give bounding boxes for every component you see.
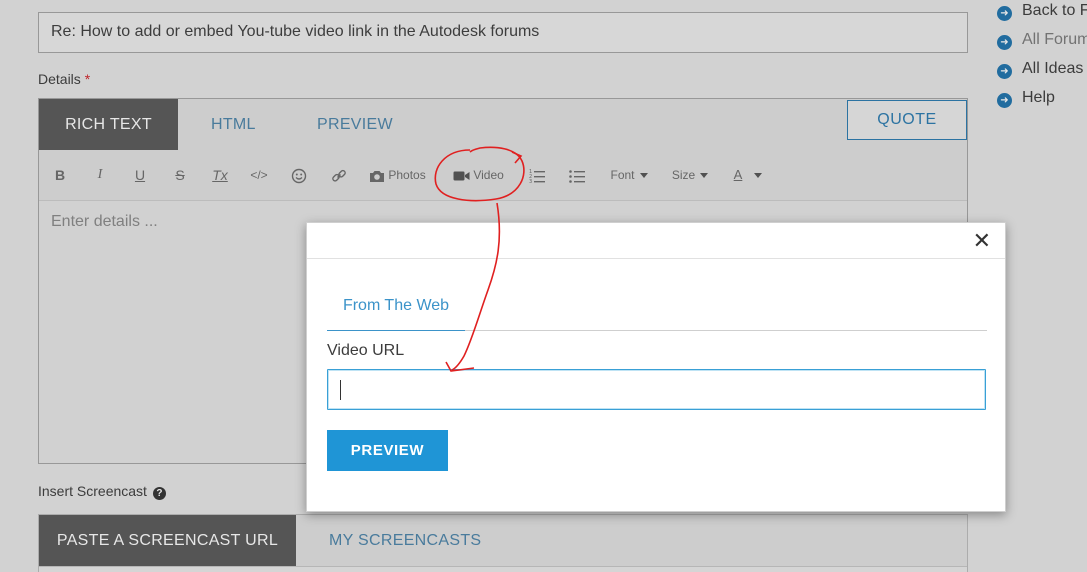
close-icon[interactable]: ✕ bbox=[973, 229, 991, 253]
text-cursor bbox=[340, 380, 341, 400]
tab-from-the-web[interactable]: From The Web bbox=[327, 293, 465, 331]
dialog-tabs: From The Web bbox=[327, 293, 987, 331]
insert-video-dialog: ✕ From The Web Video URL PREVIEW bbox=[306, 222, 1006, 512]
dialog-header: ✕ bbox=[307, 223, 1005, 259]
preview-button[interactable]: PREVIEW bbox=[327, 430, 448, 471]
video-url-label: Video URL bbox=[327, 342, 405, 359]
video-url-input[interactable] bbox=[327, 369, 986, 410]
post-reply-page: Re: How to add or embed You-tube video l… bbox=[0, 0, 1087, 572]
